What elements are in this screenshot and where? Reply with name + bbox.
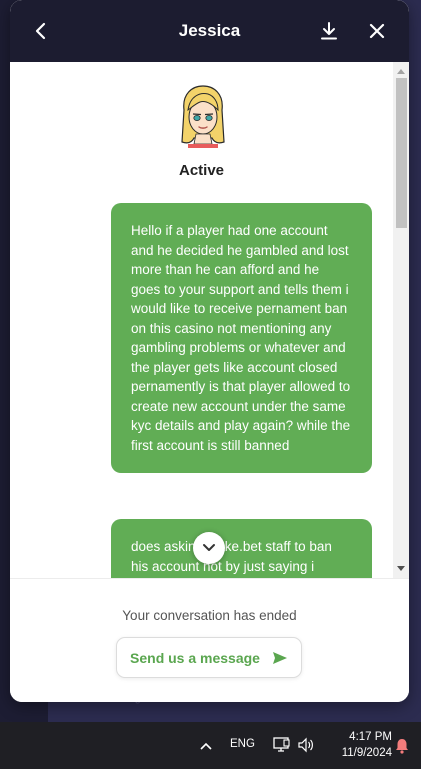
scroll-down-arrow[interactable] [393, 562, 409, 576]
speaker-icon [298, 737, 313, 753]
agent-status: Active [178, 162, 225, 179]
user-message-bubble: Hello if a player had one account and he… [111, 203, 372, 473]
clock-date: 11/9/2024 [341, 747, 392, 759]
notifications-button[interactable] [392, 735, 412, 757]
scrollbar[interactable] [393, 62, 409, 578]
close-icon [369, 23, 385, 39]
clock[interactable]: 4:17 PM 11/9/2024 [326, 729, 392, 761]
chevron-left-icon [35, 22, 46, 40]
close-button[interactable] [364, 18, 390, 44]
send-message-label: Send us a message [130, 649, 260, 666]
message-list[interactable]: Active Hello if a player had one account… [10, 62, 409, 578]
send-message-button[interactable]: Send us a message [116, 637, 302, 678]
chat-title: Jessica [178, 21, 241, 40]
chat-header: Jessica [10, 0, 409, 62]
message-text: does asking stake.bet staff to ban his a… [131, 539, 332, 574]
scrollbar-thumb[interactable] [396, 78, 407, 228]
user-message-bubble: does asking stake.bet staff to ban his a… [111, 519, 372, 578]
download-button[interactable] [316, 18, 342, 44]
back-button[interactable] [28, 18, 54, 44]
chevron-down-icon [203, 544, 215, 551]
network-icon [273, 737, 290, 752]
network-button[interactable] [272, 735, 292, 755]
taskbar: ENG 4:17 PM 11/9/2024 [0, 722, 421, 769]
volume-button[interactable] [296, 735, 316, 755]
scroll-to-bottom-button[interactable] [193, 532, 225, 564]
clock-time: 4:17 PM [349, 731, 392, 743]
language-indicator[interactable]: ENG [230, 738, 255, 750]
chat-window: Jessica Active Hello if a player had one… [10, 0, 409, 702]
send-icon [272, 651, 287, 664]
show-hidden-icons-button[interactable] [196, 736, 216, 756]
bell-icon [396, 739, 408, 754]
caret-down-icon [397, 566, 405, 571]
download-icon [321, 22, 337, 40]
agent-avatar [181, 85, 225, 148]
chevron-up-icon [200, 742, 212, 750]
message-text: Hello if a player had one account and he… [131, 223, 351, 453]
chat-footer: Your conversation has ended Send us a me… [10, 578, 409, 702]
caret-up-icon [397, 69, 405, 74]
scroll-up-arrow[interactable] [393, 64, 409, 78]
conversation-ended-text: Your conversation has ended [122, 608, 297, 623]
